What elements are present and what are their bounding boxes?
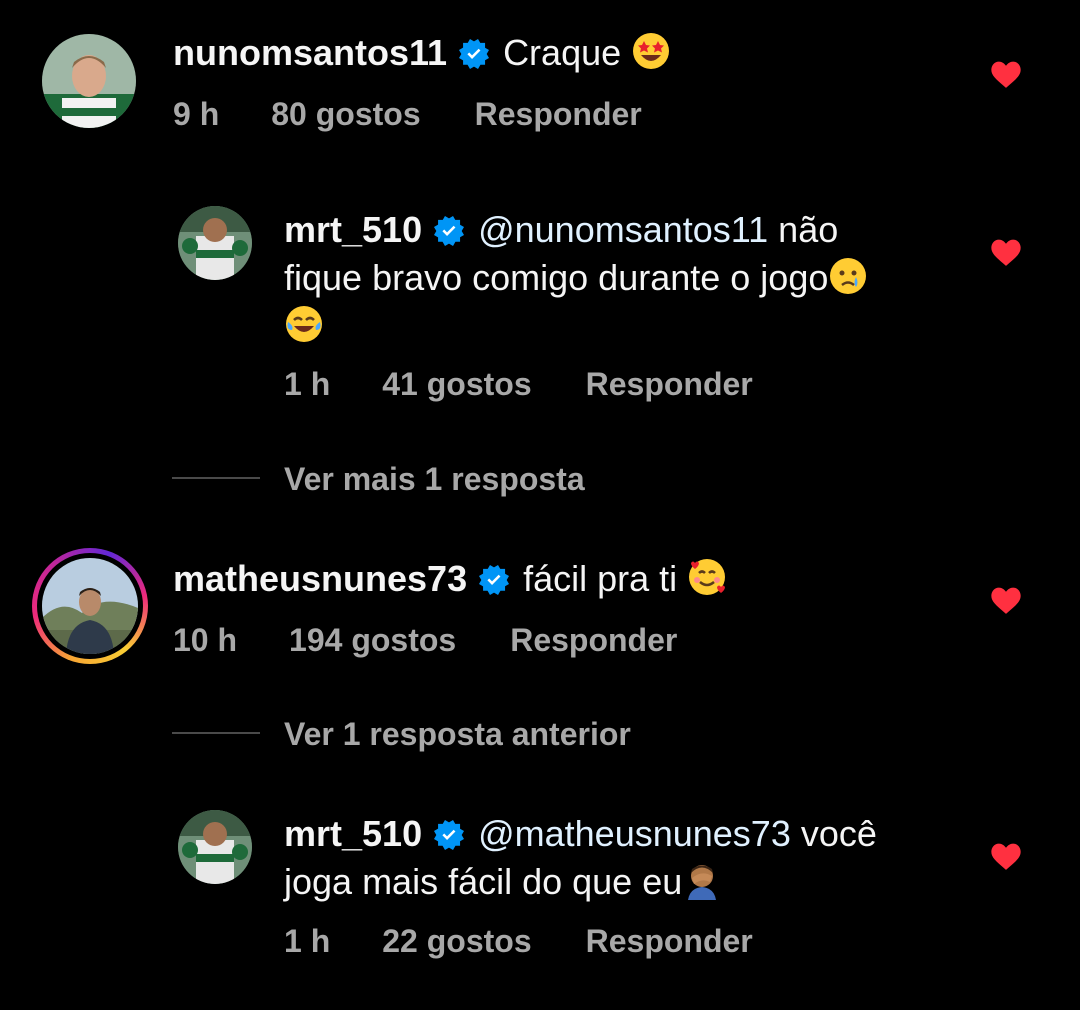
avatar[interactable] <box>178 810 252 884</box>
comment-text: fácil pra ti <box>523 558 678 599</box>
heart-icon[interactable] <box>990 842 1022 872</box>
avatar[interactable] <box>42 34 136 128</box>
verified-icon <box>434 216 464 246</box>
likes-count[interactable]: 22 gostos <box>382 921 531 961</box>
comment-line: mrt_510 @nunomsantos11 não <box>284 208 838 252</box>
verified-icon <box>434 820 464 850</box>
tears-of-joy-emoji-icon <box>286 306 322 342</box>
comment-line: fique bravo comigo durante o jogo <box>284 256 868 300</box>
heart-icon[interactable] <box>990 586 1022 616</box>
divider <box>172 477 260 479</box>
comment-meta: 1 h 41 gostos Responder <box>284 364 753 404</box>
comment-meta: 10 h 194 gostos Responder <box>173 620 677 660</box>
mention-link[interactable]: @nunomsantos11 <box>478 209 768 250</box>
avatar[interactable] <box>42 558 138 654</box>
likes-count[interactable]: 80 gostos <box>271 94 420 134</box>
heart-icon[interactable] <box>990 60 1022 90</box>
comment-line: nunomsantos11 Craque <box>173 31 671 75</box>
comment-line: matheusnunes73 fácil pra ti <box>173 557 727 601</box>
man-facepalming-emoji-icon <box>688 865 717 900</box>
reply-button[interactable]: Responder <box>475 94 642 134</box>
timestamp: 1 h <box>284 366 331 402</box>
heart-icon[interactable] <box>990 238 1022 268</box>
comment-line <box>284 304 324 348</box>
verified-icon <box>479 565 509 595</box>
reply-button[interactable]: Responder <box>586 921 753 961</box>
reply-button[interactable]: Responder <box>586 364 753 404</box>
username[interactable]: mrt_510 <box>284 209 422 250</box>
timestamp: 9 h <box>173 96 220 132</box>
username[interactable]: matheusnunes73 <box>173 558 467 599</box>
comment-meta: 9 h 80 gostos Responder <box>173 94 642 134</box>
timestamp: 1 h <box>284 923 331 959</box>
likes-count[interactable]: 194 gostos <box>289 620 456 660</box>
comment-meta: 1 h 22 gostos Responder <box>284 921 753 961</box>
view-more-replies-button[interactable]: Ver mais 1 resposta <box>284 459 585 499</box>
reply-button[interactable]: Responder <box>510 620 677 660</box>
comment-text: fique bravo comigo durante o jogo <box>284 257 829 298</box>
comment-line: mrt_510 @matheusnunes73 você <box>284 812 877 856</box>
comment-line: joga mais fácil do que eu <box>284 860 722 904</box>
timestamp: 10 h <box>173 622 238 658</box>
smiling-face-with-hearts-emoji-icon <box>689 559 726 595</box>
view-previous-replies-button[interactable]: Ver 1 resposta anterior <box>284 714 631 754</box>
comment-text: você <box>800 813 877 854</box>
crying-face-emoji-icon <box>830 258 867 294</box>
star-struck-emoji-icon <box>633 33 670 69</box>
comment-text: joga mais fácil do que eu <box>284 861 683 902</box>
username[interactable]: mrt_510 <box>284 813 422 854</box>
divider <box>172 732 260 734</box>
likes-count[interactable]: 41 gostos <box>382 364 531 404</box>
mention-link[interactable]: @matheusnunes73 <box>478 813 791 854</box>
verified-icon <box>459 39 489 69</box>
comment-text: não <box>778 209 839 250</box>
comment-text: Craque <box>503 32 622 73</box>
username[interactable]: nunomsantos11 <box>173 32 447 73</box>
avatar[interactable] <box>178 206 252 280</box>
